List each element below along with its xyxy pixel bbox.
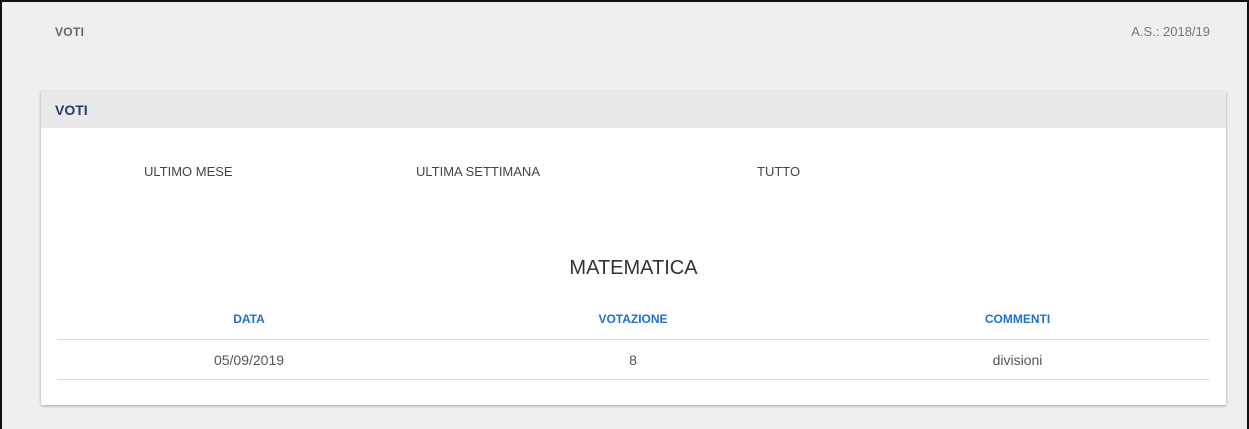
cell-grade: 8 (441, 339, 825, 380)
grades-table: DATA VOTAZIONE COMMENTI 05/09/2019 8 div… (57, 299, 1210, 380)
cell-comment: divisioni (825, 339, 1210, 380)
filter-last-week[interactable]: ULTIMA SETTIMANA (416, 164, 540, 179)
card-title: VOTI (55, 102, 88, 118)
grades-card: VOTI ULTIMO MESE ULTIMA SETTIMANA TUTTO … (41, 91, 1226, 405)
column-header-grade[interactable]: VOTAZIONE (441, 299, 825, 340)
school-year-label: A.S.: 2018/19 (1131, 24, 1210, 39)
cell-date: 05/09/2019 (57, 339, 441, 380)
subject-title: MATEMATICA (569, 257, 698, 279)
card-header: VOTI (41, 91, 1226, 128)
column-header-comments[interactable]: COMMENTI (825, 299, 1210, 340)
app-frame: VOTI A.S.: 2018/19 VOTI ULTIMO MESE ULTI… (0, 0, 1249, 429)
filter-all[interactable]: TUTTO (757, 164, 800, 179)
page-title: VOTI (55, 25, 85, 39)
table-header-row: DATA VOTAZIONE COMMENTI (57, 299, 1210, 340)
table-row: 05/09/2019 8 divisioni (57, 339, 1210, 380)
column-header-date[interactable]: DATA (57, 299, 441, 340)
filter-last-month[interactable]: ULTIMO MESE (144, 164, 233, 179)
